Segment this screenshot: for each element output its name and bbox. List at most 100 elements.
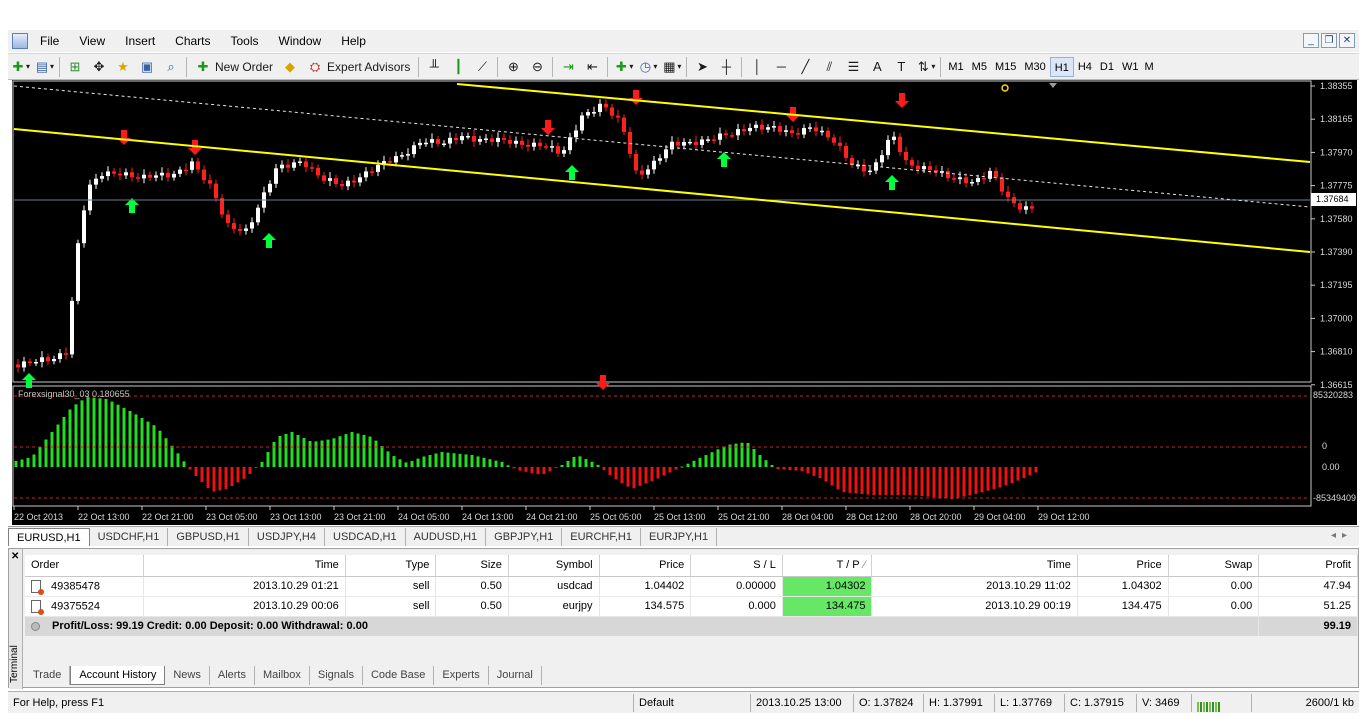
crosshair-button[interactable]: ┼ xyxy=(715,56,737,78)
menu-charts[interactable]: Charts xyxy=(165,30,220,52)
column-size[interactable]: Size xyxy=(435,555,509,577)
tab-trade[interactable]: Trade xyxy=(25,666,71,685)
menu-window[interactable]: Window xyxy=(269,30,332,52)
column-open-time[interactable]: Time xyxy=(143,555,346,577)
timeframe-w1[interactable]: W1 xyxy=(1118,57,1143,77)
new-order-button[interactable]: ✚ New Order xyxy=(191,56,277,78)
timeframe-m5[interactable]: M5 xyxy=(968,57,991,77)
metaeditor-button[interactable]: ◆ xyxy=(279,56,301,78)
tab-scroll-arrows[interactable]: ◂▸ xyxy=(1331,530,1353,541)
cursor-button[interactable]: ➤ xyxy=(691,56,713,78)
column-open-price[interactable]: Price xyxy=(599,555,692,577)
horizontal-line-button[interactable]: ─ xyxy=(770,56,792,78)
menu-tools[interactable]: Tools xyxy=(221,30,269,52)
tab-alerts[interactable]: Alerts xyxy=(210,666,255,685)
chart-tab-gbpjpy-h1[interactable]: GBPJPY,H1 xyxy=(486,528,563,546)
chart-tab-usdcad-h1[interactable]: USDCAD,H1 xyxy=(325,528,406,546)
column-sl[interactable]: S / L xyxy=(690,555,783,577)
trendline-button[interactable]: ╱ xyxy=(794,56,816,78)
text-button[interactable]: A xyxy=(866,56,888,78)
candlestick-button[interactable]: ┃ xyxy=(447,56,469,78)
timeframe-d1[interactable]: D1 xyxy=(1096,57,1118,77)
tab-journal[interactable]: Journal xyxy=(489,666,542,685)
strategy-tester-button[interactable]: ⌕ xyxy=(160,56,182,78)
fibonacci-button[interactable]: ☰ xyxy=(842,56,864,78)
column-type[interactable]: Type xyxy=(345,555,437,577)
auto-scroll-button[interactable]: ⇥ xyxy=(557,56,579,78)
column-profit[interactable]: Profit xyxy=(1258,555,1358,577)
chart-tab-eurchf-h1[interactable]: EURCHF,H1 xyxy=(562,528,641,546)
close-icon[interactable]: ✕ xyxy=(11,551,19,562)
timeframe-m30[interactable]: M30 xyxy=(1020,57,1049,77)
menu-view[interactable]: View xyxy=(69,30,115,52)
histogram-bar-positive xyxy=(296,435,300,467)
column-symbol[interactable]: Symbol xyxy=(508,555,600,577)
periods-button[interactable]: ◷ ▾ xyxy=(636,56,658,78)
market-watch-button[interactable]: ⊞ xyxy=(64,56,86,78)
restore-icon[interactable]: ❐ xyxy=(1321,33,1337,48)
tab-signals[interactable]: Signals xyxy=(310,666,363,685)
text-label-icon: T xyxy=(897,58,906,74)
data-window-button[interactable]: ✥ xyxy=(88,56,110,78)
text-label-button[interactable]: T xyxy=(890,56,912,78)
tab-mailbox[interactable]: Mailbox xyxy=(255,666,310,685)
table-row[interactable]: 49375524 2013.10.29 00:06 sell 0.50 eurj… xyxy=(25,596,1358,617)
column-close-price[interactable]: Price xyxy=(1077,555,1169,577)
candle-body xyxy=(976,178,980,183)
histogram-bar-negative xyxy=(938,467,942,498)
open-price: 134.575 xyxy=(599,596,692,617)
chart-tab-usdjpy-h4[interactable]: USDJPY,H4 xyxy=(249,528,325,546)
candle-body xyxy=(364,171,368,178)
profiles-button[interactable]: ▤ ▾ xyxy=(33,56,55,78)
navigator-button[interactable]: ★ xyxy=(112,56,134,78)
chart-tab-eurjpy-h1[interactable]: EURJPY,H1 xyxy=(641,528,718,546)
vertical-line-button[interactable]: │ xyxy=(746,56,768,78)
chart-tab-gbpusd-h1[interactable]: GBPUSD,H1 xyxy=(168,528,249,546)
chart-canvas[interactable]: Forexsignal30_03 0.180655 1.38355 1.38165… xyxy=(12,80,1357,525)
timeframe-h4[interactable]: H4 xyxy=(1074,57,1096,77)
histogram-bar-negative xyxy=(524,467,528,472)
column-order[interactable]: Order xyxy=(25,555,145,577)
equidistant-channel-button[interactable]: ⫽ xyxy=(818,56,840,78)
price-chart[interactable]: Forexsignal30_03 0.180655 1.38355 1.38165… xyxy=(12,80,1357,525)
table-row[interactable]: 49385478 2013.10.29 01:21 sell 0.50 usdc… xyxy=(25,576,1358,597)
terminal-button[interactable]: ▣ xyxy=(136,56,158,78)
zoom-out-button[interactable]: ⊖ xyxy=(526,56,548,78)
close-price: 134.475 xyxy=(1077,596,1169,617)
chart-tab-audusd-h1[interactable]: AUDUSD,H1 xyxy=(406,528,487,546)
chart-tab-usdchf-h1[interactable]: USDCHF,H1 xyxy=(90,528,169,546)
templates-button[interactable]: ▦ ▾ xyxy=(660,56,682,78)
arrows-button[interactable]: ⇅ ▾ xyxy=(914,56,936,78)
line-chart-button[interactable]: ⟋ xyxy=(471,56,493,78)
menu-file[interactable]: File xyxy=(30,30,69,52)
timeframe-m15[interactable]: M15 xyxy=(991,57,1020,77)
tab-news[interactable]: News xyxy=(165,666,210,685)
chart-tab-eurusd-h1[interactable]: EURUSD,H1 xyxy=(8,528,90,546)
indicators-button[interactable]: ✚ ▾ xyxy=(612,56,634,78)
column-swap[interactable]: Swap xyxy=(1168,555,1260,577)
tab-experts[interactable]: Experts xyxy=(434,666,489,685)
timeframe-h1[interactable]: H1 xyxy=(1049,56,1074,77)
time-label: 25 Oct 13:00 xyxy=(654,512,706,522)
menu-help[interactable]: Help xyxy=(331,30,376,52)
timeframe-m1[interactable]: M1 xyxy=(944,57,967,77)
new-chart-button[interactable]: ✚ ▾ xyxy=(9,56,31,78)
tab-account-history[interactable]: Account History xyxy=(70,666,166,685)
chart-shift-button[interactable]: ⇤ xyxy=(581,56,603,78)
expert-advisors-button[interactable]: ⛭ Expert Advisors xyxy=(303,56,414,78)
timeframe-mn[interactable]: MN xyxy=(1142,57,1154,77)
tab-code-base[interactable]: Code Base xyxy=(363,666,435,685)
column-tp[interactable]: T / P ⁄ xyxy=(782,555,873,577)
zoom-in-button[interactable]: ⊕ xyxy=(502,56,524,78)
histogram-bar-negative xyxy=(842,467,846,493)
histogram-bar-positive xyxy=(428,455,432,467)
minimize-icon[interactable]: _ xyxy=(1303,33,1319,48)
zoom-out-icon: ⊖ xyxy=(531,58,543,74)
histogram-bar-negative xyxy=(962,467,966,497)
menu-insert[interactable]: Insert xyxy=(115,30,165,52)
close-icon[interactable]: ✕ xyxy=(1339,33,1355,48)
column-close-time[interactable]: Time xyxy=(871,555,1078,577)
bar-chart-button[interactable]: ╨ xyxy=(423,56,445,78)
candle-body xyxy=(706,139,710,141)
candlestick-icon: ┃ xyxy=(454,58,463,74)
